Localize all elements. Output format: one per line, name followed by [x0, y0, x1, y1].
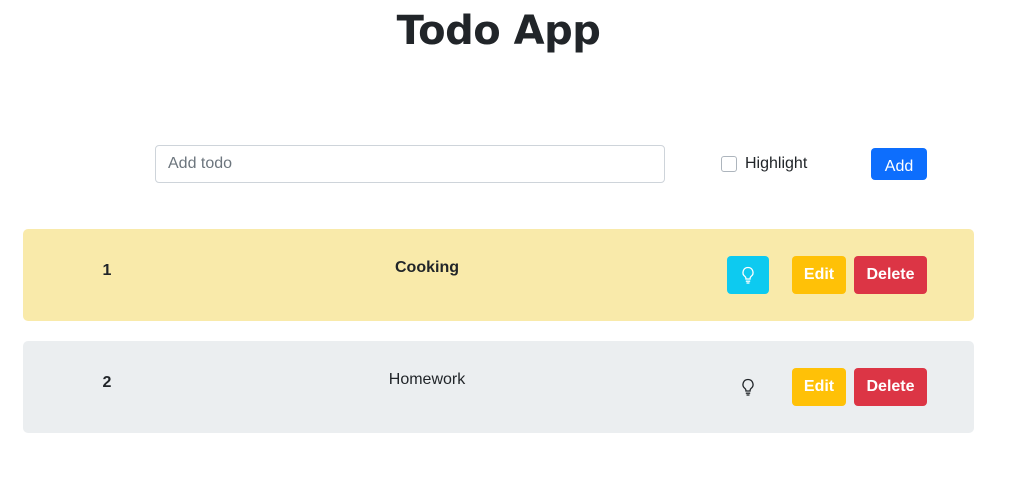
delete-button[interactable]: Delete — [854, 256, 927, 294]
page-title: Todo App — [396, 8, 601, 54]
lightbulb-icon — [742, 378, 754, 396]
edit-button[interactable]: Edit — [792, 256, 846, 294]
lightbulb-icon — [742, 266, 754, 284]
highlight-label: Highlight — [745, 155, 808, 172]
add-button[interactable]: Add — [871, 148, 927, 180]
todo-row: 2 Homework Edit Delete — [23, 341, 974, 433]
highlight-checkbox[interactable] — [721, 156, 737, 172]
todo-text: Cooking — [395, 259, 459, 276]
add-todo-input[interactable] — [155, 145, 665, 183]
todo-number: 2 — [102, 374, 112, 391]
todo-text: Homework — [388, 371, 466, 388]
highlight-toggle-button[interactable] — [727, 256, 769, 294]
todo-row: 1 Cooking Edit Delete — [23, 229, 974, 321]
edit-button[interactable]: Edit — [792, 368, 846, 406]
todo-number: 1 — [102, 262, 112, 279]
highlight-option[interactable]: Highlight — [721, 154, 807, 174]
highlight-toggle-button[interactable] — [727, 368, 769, 406]
delete-button[interactable]: Delete — [854, 368, 927, 406]
